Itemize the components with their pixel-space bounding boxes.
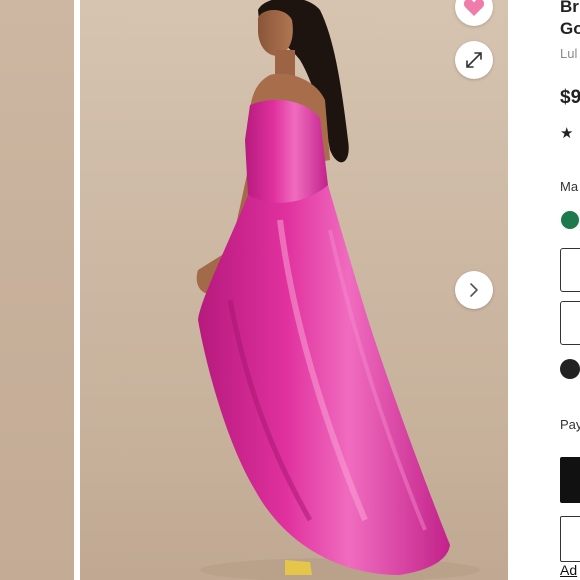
- product-details-panel: Br Go Lul $9 ★ Ma Pay Ad: [508, 0, 580, 580]
- color-swatch-green[interactable]: [561, 211, 579, 229]
- model-dress-illustration: [196, 0, 480, 580]
- product-title: Br Go: [560, 0, 580, 40]
- heart-icon: [463, 0, 485, 16]
- chevron-right-icon: [470, 283, 478, 297]
- add-link[interactable]: Ad: [560, 562, 577, 578]
- size-option-1[interactable]: [560, 248, 580, 292]
- next-image-button[interactable]: [455, 271, 493, 309]
- secondary-action-button[interactable]: [560, 516, 580, 562]
- rating-stars[interactable]: ★: [560, 124, 573, 142]
- main-product-photo[interactable]: [80, 0, 508, 580]
- color-label: Ma: [560, 179, 579, 194]
- product-title-line-1: Br: [560, 0, 579, 16]
- shipping-icon: [560, 359, 580, 379]
- product-title-line-2: Go: [560, 19, 580, 38]
- size-option-2[interactable]: [560, 301, 580, 345]
- product-price: $9: [560, 87, 580, 108]
- brand-name[interactable]: Lul: [560, 46, 577, 61]
- expand-image-button[interactable]: [455, 41, 493, 79]
- add-to-bag-button[interactable]: [560, 457, 580, 503]
- expand-arrows-icon: [466, 52, 482, 68]
- thumbnail-image[interactable]: [0, 0, 74, 580]
- payment-label: Pay: [560, 417, 580, 432]
